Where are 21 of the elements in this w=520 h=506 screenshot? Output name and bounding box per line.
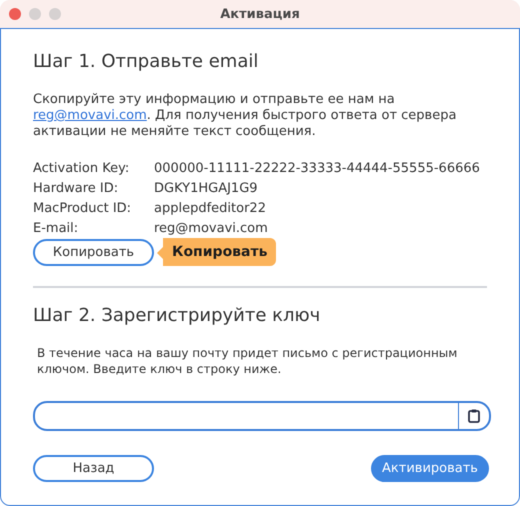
window-title: Активация: [220, 6, 300, 22]
clipboard-icon[interactable]: [468, 409, 480, 423]
email-link[interactable]: reg@movavi.com: [33, 108, 147, 123]
step-heading: Шаг 1. Отправьте email: [33, 51, 260, 72]
step-heading: Шаг 2. Зарегистрируйте ключ: [33, 305, 322, 326]
instruction-text: Скопируйте эту информацию и отправьте ее нам на reg@movavi.com. Для получения быстрого ответа от сервера активации не меняйте текст сообщения.: [33, 92, 458, 140]
activate-button[interactable]: Активировать: [371, 455, 489, 482]
copy-button[interactable]: Копировать: [33, 238, 154, 266]
info-value: applepdfeditor22: [154, 201, 267, 217]
tooltip: Копировать: [157, 238, 276, 266]
key-input-field[interactable]: [33, 401, 491, 431]
close-button[interactable]: [9, 8, 21, 20]
info-value: DGKY1HGAJ1G9: [154, 181, 259, 197]
instruction-text: В течение часа на вашу почту придет письмо с регистрационным ключом. Введите ключ в строку ниже.: [37, 345, 458, 377]
info-label: E-mail:: [33, 221, 80, 237]
info-value: 000000-11111-22222-33333-44444-55555-66666: [154, 161, 481, 177]
info-value: reg@movavi.com: [154, 221, 269, 237]
info-label: Activation Key:: [33, 161, 130, 177]
info-label: Hardware ID:: [33, 181, 120, 197]
back-button[interactable]: Назад: [33, 455, 154, 482]
info-label: MacProduct ID:: [33, 201, 132, 217]
